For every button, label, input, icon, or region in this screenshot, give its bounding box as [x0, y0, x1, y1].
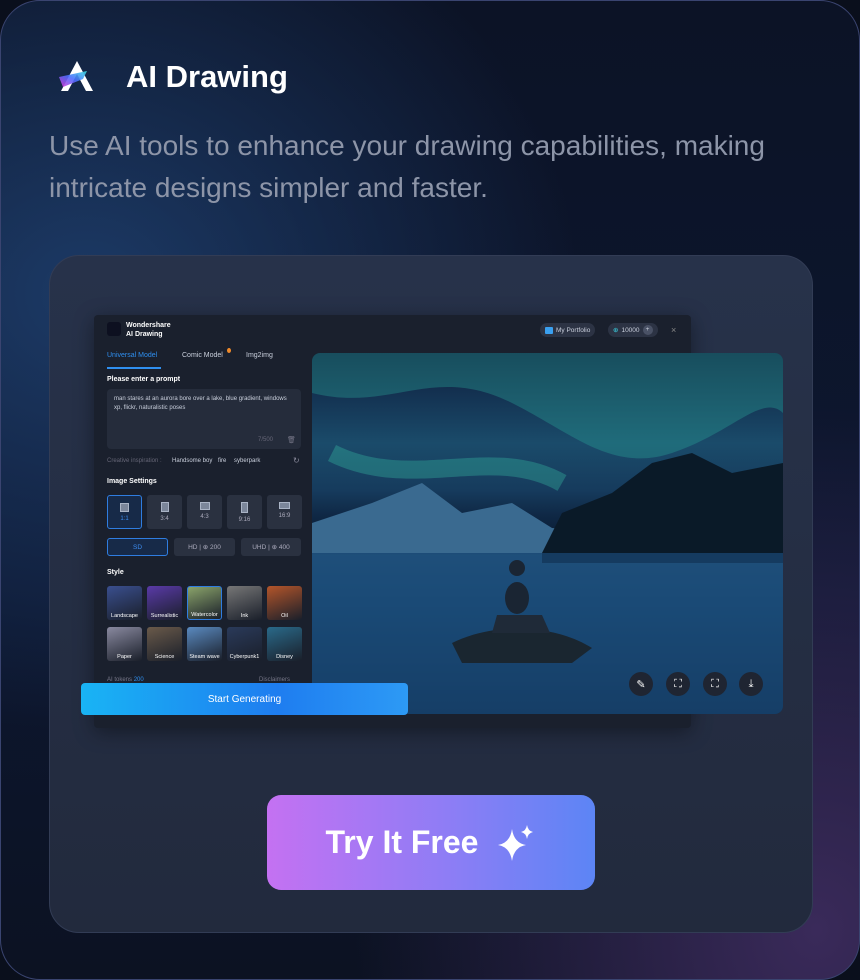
ratio-icon [199, 502, 210, 510]
ratio-3-4[interactable]: 3:4 [147, 495, 182, 529]
style-label: Oil [281, 613, 288, 619]
fullscreen-icon[interactable]: ⛶ [703, 672, 727, 696]
ratio-icon [160, 502, 169, 512]
style-label: Surrealistic [150, 613, 179, 619]
inspiration-label: Creative inspiration : [107, 458, 162, 464]
start-generating-button[interactable]: Start Generating [81, 683, 408, 715]
ratio-label: 4:3 [200, 514, 209, 520]
style-option[interactable]: Oil [267, 586, 302, 620]
resolution-label: HD [188, 543, 198, 551]
brand-line2: AI Drawing [126, 331, 163, 338]
try-it-free-label: Try It Free [325, 824, 479, 860]
style-option[interactable]: Steam wave [187, 627, 222, 661]
page-subtitle: Use AI tools to enhance your drawing cap… [49, 130, 765, 203]
coin-icon: ⊕ [202, 544, 209, 551]
trash-icon[interactable]: 🗑 [287, 436, 296, 444]
coin-icon: ⊕ [271, 544, 278, 551]
hot-badge-icon [227, 348, 231, 353]
edit-icon[interactable]: ✎ [629, 672, 653, 696]
ratio-9-16[interactable]: 9:16 [227, 495, 262, 529]
prompt-label: Please enter a prompt [107, 376, 181, 383]
style-label: Ink [240, 613, 249, 619]
style-label: Style [107, 569, 124, 576]
promo-card: AI Drawing Use AI tools to enhance your … [0, 0, 860, 980]
style-label: Steam wave [189, 654, 220, 660]
ratio-1-1[interactable]: 1:1 [107, 495, 142, 529]
page-title: AI Drawing [126, 59, 288, 94]
style-option[interactable]: Cyberpunk1 [227, 627, 262, 661]
my-portfolio-button[interactable]: My Portfolio [540, 323, 596, 337]
credits-pill[interactable]: ⊕ 10000 + [608, 323, 658, 337]
prompt-text: man stares at an aurora bore over a lake… [114, 396, 287, 411]
tab-universal-model[interactable]: Universal Model [107, 352, 157, 359]
resolution-sd[interactable]: SD [107, 538, 168, 556]
style-option[interactable]: Science [147, 627, 182, 661]
style-label: Cyberpunk1 [229, 654, 260, 660]
style-option[interactable]: Watercolor [187, 586, 222, 620]
refresh-icon[interactable]: ↻ [293, 456, 300, 465]
char-count: 7/500 [258, 437, 274, 443]
download-icon[interactable]: ⤓ [739, 672, 763, 696]
style-label: Science [154, 654, 175, 660]
style-label: Paper [117, 654, 132, 660]
ratio-label: 16:9 [278, 513, 291, 519]
portfolio-label: My Portfolio [556, 326, 591, 334]
inspiration-chip[interactable]: syberpark [234, 458, 260, 464]
aurora-lake-illustration [312, 353, 783, 714]
ratio-icon [241, 502, 248, 513]
ratio-label: 9:16 [238, 517, 251, 523]
try-it-free-button[interactable]: Try It Free [267, 795, 595, 890]
style-label: Watercolor [191, 612, 218, 618]
image-settings-label: Image Settings [107, 478, 157, 485]
resolution-uhd[interactable]: UHD | ⊕ 400 [241, 538, 301, 556]
ratio-16-9[interactable]: 16:9 [267, 495, 302, 529]
resolution-label: UHD [252, 543, 267, 551]
active-tab-indicator [107, 367, 161, 369]
sparkle-icon [498, 824, 534, 861]
ai-drawing-logo-icon [59, 61, 93, 91]
brand-line1: Wondershare [126, 322, 171, 329]
ratio-icon [120, 503, 129, 512]
resolution-hd[interactable]: HD | ⊕ 200 [174, 538, 235, 556]
resolution-cost: 200 [210, 543, 221, 551]
tab-img2img[interactable]: Img2img [246, 352, 273, 359]
ratio-label: 3:4 [160, 516, 169, 522]
style-label: Disney [276, 654, 293, 660]
style-option[interactable]: Surrealistic [147, 586, 182, 620]
expand-icon[interactable]: ⛶ [666, 672, 690, 696]
coin-icon: ⊕ [613, 327, 619, 334]
generated-image [312, 353, 783, 714]
inspiration-chip[interactable]: fire [218, 458, 226, 464]
style-option[interactable]: Landscape [107, 586, 142, 620]
ratio-label: 1:1 [120, 516, 129, 522]
ratio-4-3[interactable]: 4:3 [187, 495, 222, 529]
style-label: Landscape [111, 613, 138, 619]
app-logo-icon [107, 322, 121, 336]
close-icon[interactable]: × [671, 325, 676, 335]
style-option[interactable]: Paper [107, 627, 142, 661]
add-credits-icon[interactable]: + [642, 325, 653, 335]
tab-comic-model[interactable]: Comic Model [182, 352, 223, 359]
inspiration-chip[interactable]: Handsome boy [172, 458, 212, 464]
resolution-cost: 400 [278, 543, 290, 551]
resolution-label: SD [132, 543, 143, 551]
style-option[interactable]: Ink [227, 586, 262, 620]
image-icon [545, 326, 553, 334]
style-option[interactable]: Disney [267, 627, 302, 661]
credits-value: 10000 [621, 326, 640, 334]
ratio-icon [279, 502, 290, 509]
